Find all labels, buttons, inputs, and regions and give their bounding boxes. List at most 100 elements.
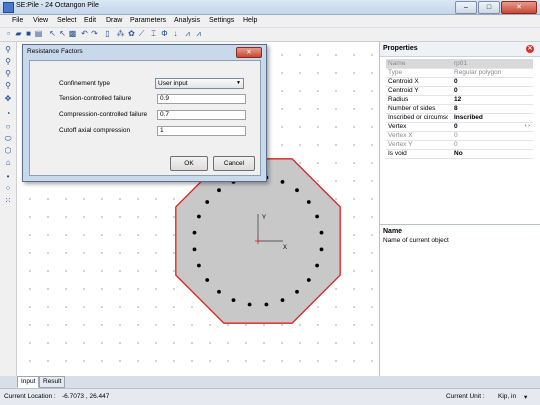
pile-point[interactable] [192,247,197,252]
table-icon[interactable]: ▯ [103,29,112,39]
pile-point[interactable] [217,289,221,294]
pile-point[interactable] [315,263,319,268]
window-title: SE:Pile - 24 Octangon Pile [16,2,99,9]
maximize-button[interactable]: □ [478,1,500,14]
select-node-icon[interactable]: ↖ [58,29,67,39]
rotate-icon[interactable]: ◔ [3,109,13,119]
network-icon[interactable]: ⁂ [116,29,125,39]
dialog-body: Confinement type User input ▼ Tension-co… [29,60,261,176]
property-value[interactable]: Regular polygon [454,69,531,76]
cancel-button[interactable]: Cancel [213,156,255,171]
pile-point[interactable] [264,302,269,307]
compression-failure-label: Compression-controlled failure [59,111,148,118]
unit-select[interactable]: Kip, in [498,393,516,400]
menu-select[interactable]: Select [57,17,76,24]
zoom-window-icon[interactable]: ⚲ [3,81,13,91]
menu-analysis[interactable]: Analysis [174,17,200,24]
menu-draw[interactable]: Draw [106,17,122,24]
pile-point[interactable] [231,298,236,302]
pile-point[interactable] [247,302,252,307]
property-key: Radius [388,96,409,103]
property-value[interactable]: 12 [454,96,531,103]
pile-point[interactable] [217,188,221,193]
polygon-tool-icon[interactable]: ⬡ [3,146,13,156]
select-region-icon[interactable]: ▩ [68,29,77,39]
property-key: Name [388,60,406,67]
property-value[interactable]: 0 [454,132,531,139]
property-key: Type [388,69,403,76]
menu-file[interactable]: File [12,17,23,24]
menu-parameters[interactable]: Parameters [130,17,166,24]
pile-point[interactable] [306,200,311,204]
property-value[interactable]: 0 [454,78,531,85]
pile-point[interactable] [315,214,319,219]
chart2-icon[interactable]: ⩘ [194,29,203,39]
dialog-close-button[interactable]: ✕ [236,47,262,58]
menu-bar: File View Select Edit Draw Parameters An… [0,15,540,27]
property-row[interactable]: Is void No [386,149,533,159]
new-icon[interactable]: ▫ [4,29,13,39]
zoom-fit-icon[interactable]: ⚲ [3,69,13,79]
tension-failure-input[interactable]: 0.9 [157,94,246,104]
property-key: Vertex X [388,132,413,139]
pointer-icon[interactable]: ↖ [48,29,57,39]
pile-point[interactable] [306,278,311,282]
line-icon[interactable]: ⟋ [137,29,146,39]
ellipse-tool-icon[interactable]: ⬭ [3,134,13,144]
minimize-button[interactable]: – [455,1,477,14]
property-value[interactable]: Inscribed [454,114,531,121]
property-value[interactable]: 0 [454,123,531,130]
ok-button[interactable]: OK [170,156,208,171]
zoom-in-icon[interactable]: ⚲ [3,45,13,55]
pile-point[interactable] [319,247,324,252]
arrow-down-icon[interactable]: ↓ [171,29,180,39]
unit-dropdown-icon[interactable]: ▾ [524,393,527,401]
redo-icon[interactable]: ↷ [90,29,99,39]
undo-icon[interactable]: ↶ [80,29,89,39]
dimension-icon[interactable]: ⌶ [149,29,158,39]
pan-icon[interactable]: ✥ [3,94,13,104]
menu-view[interactable]: View [33,17,48,24]
open-icon[interactable]: ▰ [14,29,23,39]
app-icon [3,2,14,13]
region-tool-icon[interactable]: ⌂ [3,158,13,168]
pile-point[interactable] [295,289,299,294]
print-icon[interactable]: ▤ [34,29,43,39]
pile-point[interactable] [205,278,210,282]
close-button[interactable]: ✕ [501,1,537,14]
circle-tool-icon[interactable]: ○ [3,122,13,132]
close-icon[interactable]: ✕ [526,45,534,53]
menu-settings[interactable]: Settings [209,17,234,24]
pile-point[interactable] [192,230,197,235]
menu-edit[interactable]: Edit [84,17,96,24]
pile-point[interactable] [205,200,210,204]
property-value[interactable]: 0 [454,87,531,94]
pile-point[interactable] [295,188,299,193]
phi-icon[interactable]: Φ [160,29,169,39]
point-tool-icon[interactable]: • [3,172,13,182]
property-value[interactable]: rp01 [454,60,531,67]
pile-point[interactable] [319,230,324,235]
pile-point[interactable] [197,214,201,219]
compression-failure-input[interactable]: 0.7 [157,110,246,120]
cluster-icon[interactable]: ✿ [127,29,136,39]
property-value[interactable]: 0 [454,141,531,148]
chart-icon[interactable]: ⩘ [183,29,192,39]
save-icon[interactable]: ■ [24,29,33,39]
zoom-out-icon[interactable]: ⚲ [3,57,13,67]
circle-pattern-icon[interactable]: ⁘ [3,184,13,194]
pile-point[interactable] [197,263,201,268]
menu-help[interactable]: Help [243,17,257,24]
vertex-spinner[interactable]: ‹ › [525,123,530,129]
confinement-type-select[interactable]: User input ▼ [155,78,244,89]
pile-point[interactable] [280,298,285,302]
description-title: Name [383,228,403,235]
property-value[interactable]: 8 [454,105,531,112]
cutoff-compression-input[interactable]: 1 [157,126,246,136]
property-value[interactable]: No [454,150,531,157]
chevron-down-icon: ▼ [236,80,241,86]
tab-result[interactable]: Result [39,376,66,388]
tab-input[interactable]: Input [17,376,40,388]
grid-pattern-icon[interactable]: ⁙ [3,196,13,206]
pile-point[interactable] [280,180,285,184]
